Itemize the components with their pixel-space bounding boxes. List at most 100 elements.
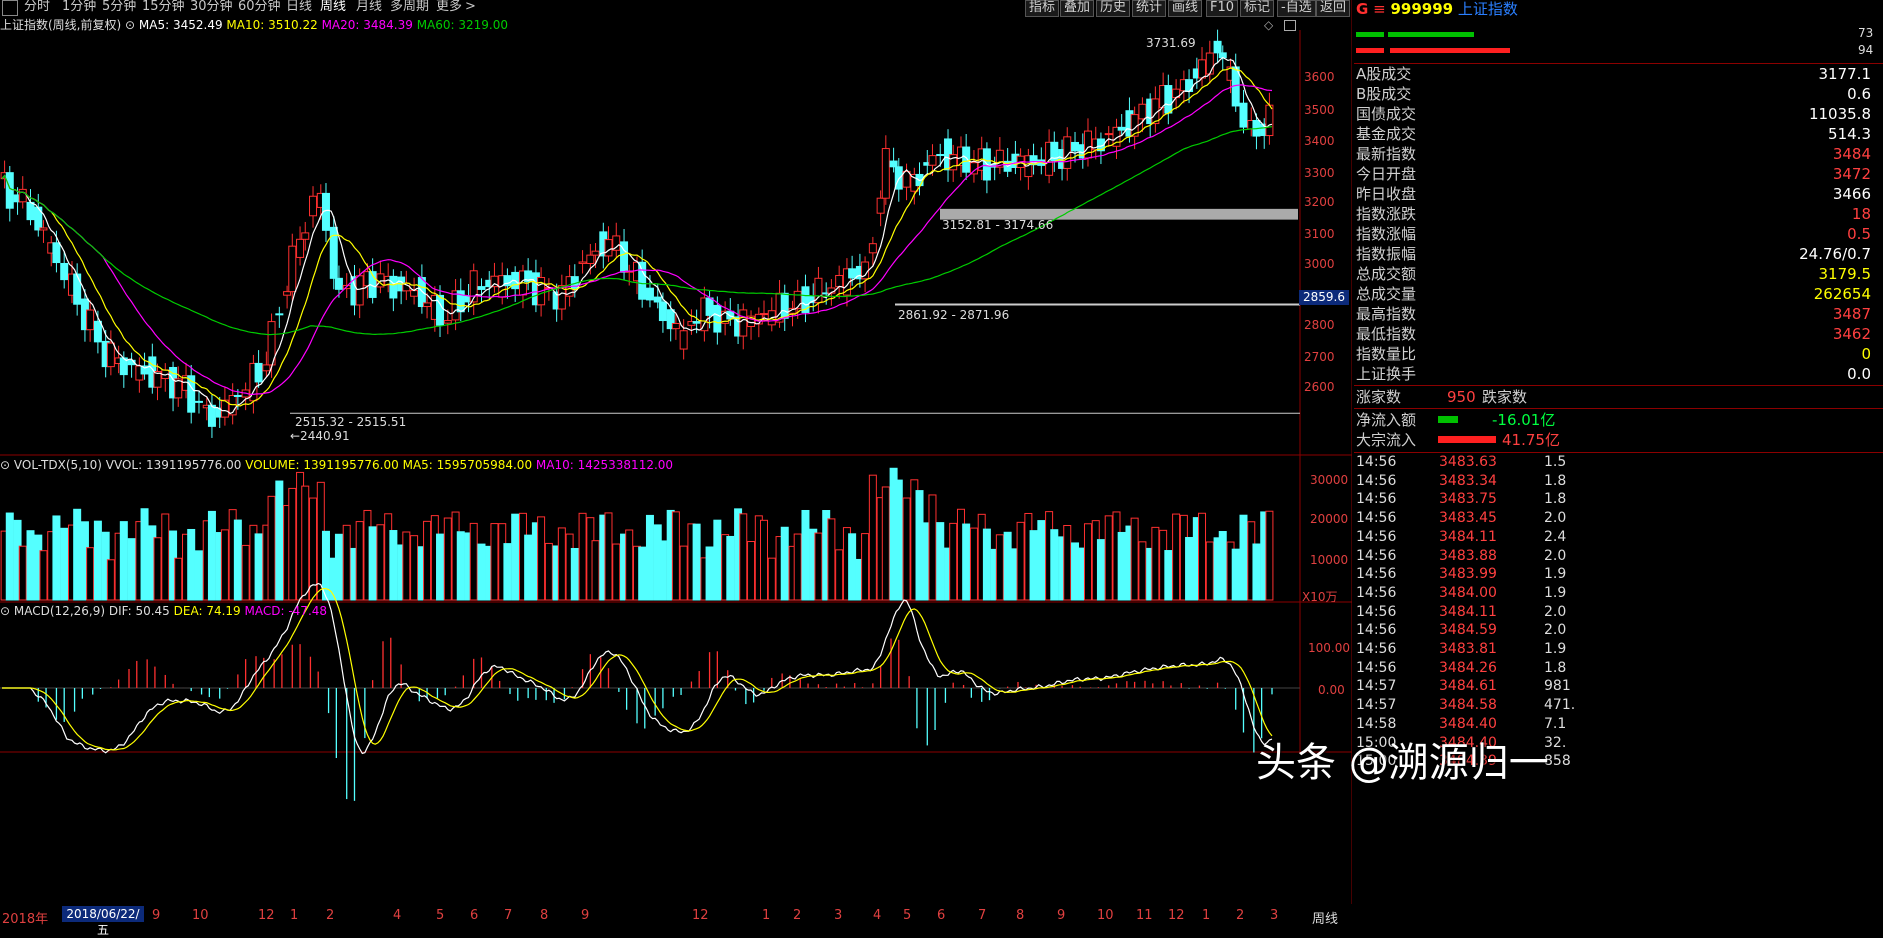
divider xyxy=(1354,408,1883,409)
volume-bar xyxy=(1016,521,1025,601)
y-label: 3400 xyxy=(1304,134,1335,148)
stat-row: B股成交 0.6 xyxy=(1354,84,1883,104)
y-label: 2700 xyxy=(1304,350,1335,364)
stat-label: 最新指数 xyxy=(1356,145,1417,163)
tick-time: 14:56 xyxy=(1356,472,1397,489)
volume-bar xyxy=(604,512,613,601)
vol-unit: X10万 xyxy=(1302,590,1338,604)
tick-time: 14:57 xyxy=(1356,678,1397,695)
candle-body xyxy=(876,197,885,214)
stat-label: 昨日收盘 xyxy=(1356,185,1417,203)
macd-legend: ⊙ MACD(12,26,9) DIF: 50.45 DEA: 74.19 MA… xyxy=(0,604,327,618)
volume-bar xyxy=(301,485,310,601)
stat-value: 0 xyxy=(1861,345,1871,363)
stat-value: 18 xyxy=(1851,205,1871,223)
x-month-label: 6 xyxy=(937,908,946,923)
stat-row: 上证换手 0.0 xyxy=(1354,364,1883,384)
macd-value-label: MACD: -47.48 xyxy=(244,604,328,618)
volume-bar xyxy=(1104,515,1113,601)
candle-body xyxy=(283,291,292,296)
volume-bar xyxy=(747,540,756,601)
volume-bar xyxy=(835,549,844,601)
candle-body xyxy=(760,313,768,316)
x-month-label: 9 xyxy=(152,908,161,923)
volume-bar xyxy=(1205,541,1214,601)
candle-body xyxy=(254,362,263,383)
candle-body xyxy=(671,323,680,330)
volume-bar xyxy=(342,524,351,601)
stat-label: 基金成交 xyxy=(1356,125,1417,143)
volume-bar xyxy=(241,544,250,601)
divider xyxy=(1354,385,1883,386)
candle-body xyxy=(962,146,971,173)
x-month-label: 1 xyxy=(1202,908,1211,923)
volume-bar xyxy=(739,513,748,601)
stock-code: 999999 xyxy=(1390,0,1454,18)
stat-value: 3484 xyxy=(1832,145,1871,163)
ma-line-0 xyxy=(1,56,1273,415)
volume-bar xyxy=(679,545,688,601)
volume-bar xyxy=(1050,529,1059,601)
zone1-annotation: 3152.81 - 3174.66 xyxy=(942,218,1054,232)
x-month-label: 8 xyxy=(540,908,549,923)
volume-bar xyxy=(1198,512,1207,601)
stat-value: 3462 xyxy=(1832,325,1871,343)
current-price-tag: 2859.6 xyxy=(1299,290,1349,305)
x-month-label: 2 xyxy=(1236,908,1245,923)
settings-icon[interactable]: ⊙ xyxy=(0,458,10,472)
volume-bar xyxy=(127,538,136,601)
stat-label: 指数振幅 xyxy=(1356,245,1417,263)
up-count-value: 950 xyxy=(1447,388,1476,406)
candle-body xyxy=(423,302,432,308)
y-label: 3300 xyxy=(1304,166,1335,180)
volume-bar xyxy=(267,495,276,601)
volume-bar xyxy=(469,522,478,601)
candle-body xyxy=(1164,85,1173,114)
volume-bar xyxy=(570,547,579,601)
list-icon[interactable]: ≡ xyxy=(1373,0,1386,18)
bar-green-b xyxy=(1388,32,1474,37)
tick-time: 14:56 xyxy=(1356,528,1397,545)
ma-line-2 xyxy=(1,84,1273,395)
low-annotation: ←2440.91 xyxy=(290,429,350,443)
tick-vol: 2.0 xyxy=(1544,603,1567,620)
candle-body xyxy=(591,250,600,256)
volume-bar xyxy=(544,542,553,601)
tick-vol: 1.9 xyxy=(1544,584,1567,601)
candle-body xyxy=(604,239,613,257)
candle-body xyxy=(739,309,748,337)
y-label: 2800 xyxy=(1304,318,1335,332)
x-month-label: 10 xyxy=(1097,908,1114,923)
candle-body xyxy=(881,148,890,199)
volume-bar xyxy=(456,531,465,601)
volume-bar xyxy=(557,527,566,601)
stat-value: 3179.5 xyxy=(1818,265,1872,283)
volume-bar xyxy=(767,557,776,601)
candle-body xyxy=(296,238,305,258)
volume-bar xyxy=(936,522,945,601)
stat-row: 最新指数 3484 xyxy=(1354,144,1883,164)
tick-row: 14:56 3483.99 1.9 xyxy=(1354,565,1883,583)
volume-bar xyxy=(982,528,991,601)
volume-bar xyxy=(423,520,432,601)
stat-row: A股成交 3177.1 xyxy=(1354,64,1883,84)
bar-number: 94 xyxy=(1858,43,1874,57)
stat-label: 最低指数 xyxy=(1356,325,1417,343)
tick-row: 14:56 3483.81 1.9 xyxy=(1354,640,1883,658)
settings-icon[interactable]: ⊙ xyxy=(0,604,10,618)
candle-body xyxy=(262,364,271,372)
volume-bar xyxy=(848,533,857,601)
candle-body xyxy=(73,273,82,305)
volume-bar xyxy=(760,519,768,601)
vol-y-label: 30000 xyxy=(1310,473,1349,487)
bar-red-a xyxy=(1356,48,1384,53)
stat-label: 今日开盘 xyxy=(1356,165,1417,183)
dea-label: DEA: 74.19 xyxy=(173,604,241,618)
tick-row: 14:56 3484.00 1.9 xyxy=(1354,584,1883,602)
volume-bar xyxy=(612,543,621,601)
tick-vol: 2.4 xyxy=(1544,528,1567,545)
net-inflow-label: 净流入额 xyxy=(1356,411,1417,429)
tick-vol: 1.5 xyxy=(1544,454,1567,470)
tick-row: 14:56 3483.45 2.0 xyxy=(1354,509,1883,527)
stat-value: 514.3 xyxy=(1828,125,1871,143)
